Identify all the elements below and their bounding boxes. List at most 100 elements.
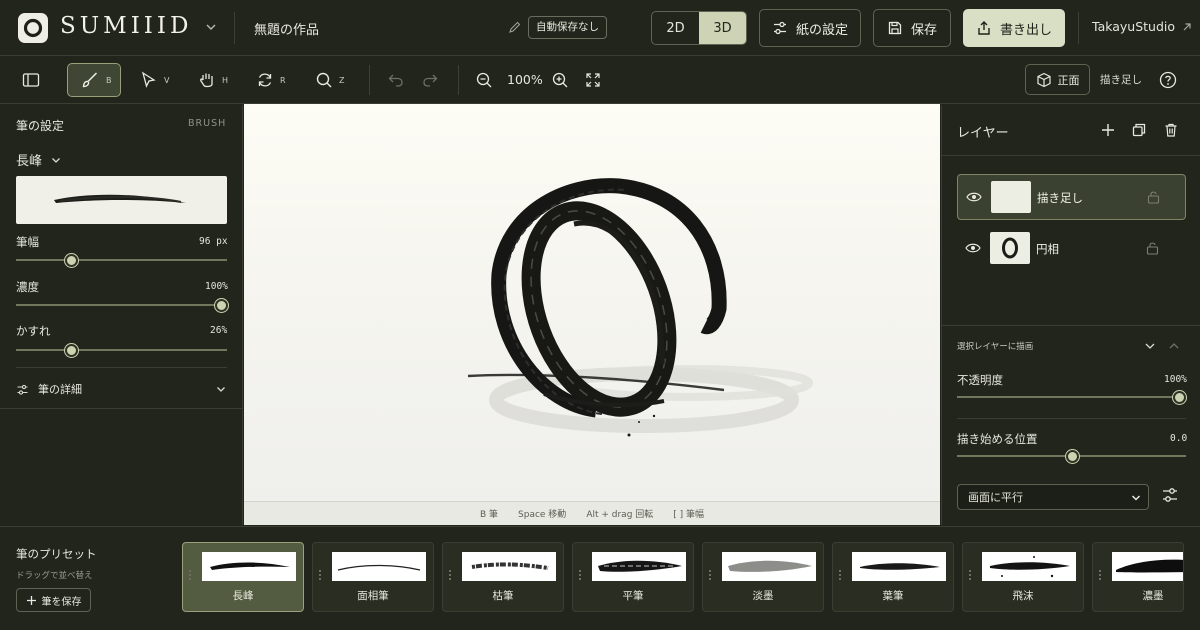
lock-icon[interactable] — [1146, 241, 1159, 255]
plane-select-value: 画面に平行 — [968, 491, 1023, 504]
brush-settings-panel: 筆の設定 BRUSH 長峰 筆幅 96 px 濃度 100% かすれ 26% 筆… — [0, 105, 243, 525]
front-view-button[interactable]: 正面 — [1025, 64, 1090, 95]
select-tool-button[interactable]: V — [140, 63, 169, 97]
lock-icon[interactable] — [1147, 190, 1160, 204]
divider — [458, 65, 459, 95]
help-icon[interactable] — [1159, 71, 1177, 92]
duplicate-layer-icon[interactable] — [1131, 122, 1147, 141]
opacity-label: 不透明度 — [957, 373, 1003, 387]
redo-button[interactable] — [421, 63, 439, 97]
drag-handle-icon[interactable] — [709, 570, 711, 580]
brush-presets-bar: 筆のプリセット ドラッグで並べ替え 筆を保存 長峰 面相筆 枯筆 平筆 淡墨 葉… — [0, 526, 1200, 630]
brush-tool-button[interactable]: B — [67, 63, 121, 97]
export-button[interactable]: 書き出し — [963, 9, 1065, 47]
zoom-tool-button[interactable]: Z — [315, 63, 344, 97]
panel-title: 筆の設定 — [16, 119, 65, 133]
fit-screen-button[interactable] — [584, 63, 602, 97]
brush-details-toggle[interactable]: 筆の詳細 — [16, 377, 227, 401]
expand-icon — [586, 73, 600, 87]
dryness-slider[interactable] — [16, 344, 227, 357]
add-layer-icon[interactable] — [1100, 122, 1116, 141]
slider-knob[interactable] — [215, 299, 228, 312]
mode-3d-button[interactable]: 3D — [699, 12, 746, 44]
brush-width-value: 96 px — [199, 236, 228, 247]
divider — [234, 12, 235, 44]
mode-2d-button[interactable]: 2D — [652, 12, 699, 44]
brush-width-slider[interactable] — [16, 254, 227, 267]
density-slider[interactable] — [16, 299, 228, 312]
drag-handle-icon[interactable] — [579, 570, 581, 580]
chevron-down-icon[interactable] — [1143, 340, 1157, 355]
rotate-tool-button[interactable]: R — [256, 63, 286, 97]
trash-icon[interactable] — [1163, 122, 1179, 141]
logo-icon — [18, 13, 48, 43]
sidebar-toggle-button[interactable] — [22, 63, 40, 97]
slider-knob[interactable] — [64, 344, 78, 357]
preset-card[interactable]: 面相筆 — [312, 542, 434, 612]
start-position-slider[interactable] — [957, 450, 1186, 463]
eye-icon[interactable] — [965, 242, 981, 254]
start-position-label: 描き始める位置 — [957, 432, 1038, 446]
paper-settings-button[interactable]: 紙の設定 — [759, 9, 861, 47]
preset-card[interactable]: 淡墨 — [702, 542, 824, 612]
undo-button[interactable] — [387, 63, 405, 97]
plus-icon — [26, 595, 36, 605]
layer-item[interactable]: 円相 — [957, 226, 1186, 272]
hint-rotate: Alt + drag 回転 — [586, 510, 654, 520]
preset-card[interactable]: 濃墨 — [1092, 542, 1184, 612]
layer-item[interactable]: 描き足し — [957, 174, 1186, 220]
preset-label: 淡墨 — [752, 590, 774, 602]
divider — [942, 155, 1200, 156]
select-shortcut: V — [164, 75, 170, 85]
brush-width-label: 筆幅 — [16, 235, 39, 249]
preset-card[interactable]: 長峰 — [182, 542, 304, 612]
preset-card[interactable]: 葉筆 — [832, 542, 954, 612]
brush-type-dropdown[interactable]: 長峰 — [16, 150, 62, 169]
drawing-canvas[interactable] — [244, 104, 940, 501]
sliders-icon[interactable] — [1161, 486, 1179, 507]
chevron-up-icon[interactable] — [1167, 340, 1181, 355]
hand-tool-button[interactable]: H — [198, 63, 228, 97]
sliders-icon — [773, 21, 786, 35]
drag-handle-icon[interactable] — [839, 570, 841, 580]
preset-card[interactable]: 飛沫 — [962, 542, 1084, 612]
eye-icon[interactable] — [966, 191, 982, 203]
zoom-in-button[interactable] — [551, 63, 569, 97]
sliders-icon — [17, 384, 28, 395]
drag-handle-icon[interactable] — [969, 570, 971, 580]
zoom-in-icon — [552, 72, 568, 88]
save-brush-button[interactable]: 筆を保存 — [16, 588, 91, 612]
slider-knob[interactable] — [64, 254, 78, 267]
chevron-down-icon — [52, 157, 60, 163]
opacity-slider[interactable] — [957, 391, 1186, 404]
preset-card[interactable]: 平筆 — [572, 542, 694, 612]
chevron-down-icon[interactable] — [204, 20, 218, 34]
rotate-shortcut: R — [280, 75, 286, 85]
preset-card[interactable]: 枯筆 — [442, 542, 564, 612]
zoom-out-button[interactable] — [475, 63, 493, 97]
preset-label: 面相筆 — [357, 590, 389, 602]
drag-handle-icon[interactable] — [1099, 570, 1101, 580]
brush-name: 長峰 — [16, 154, 43, 169]
document-title[interactable]: 無題の作品 — [254, 19, 319, 38]
dryness-label: かすれ — [16, 324, 51, 338]
pencil-icon[interactable] — [508, 20, 522, 37]
drag-handle-icon[interactable] — [449, 570, 451, 580]
slider-knob[interactable] — [1065, 450, 1079, 463]
plane-select[interactable]: 画面に平行 — [957, 484, 1149, 510]
presets-title: 筆のプリセット — [16, 547, 97, 561]
autosave-badge[interactable]: 自動保存なし — [528, 16, 607, 39]
studio-link[interactable]: TakayuStudio — [1092, 19, 1193, 34]
drag-handle-icon[interactable] — [319, 570, 321, 580]
layer-thumbnail — [990, 232, 1030, 264]
slider-knob[interactable] — [1173, 391, 1186, 404]
save-button[interactable]: 保存 — [873, 9, 951, 47]
dryness-value: 26% — [210, 325, 228, 336]
drag-handle-icon[interactable] — [189, 570, 191, 580]
brush-shortcut: B — [106, 75, 112, 85]
paper-settings-label: 紙の設定 — [795, 22, 848, 38]
dimension-toggle: 2D 3D — [651, 11, 747, 45]
save-label: 保存 — [910, 22, 937, 38]
density-value: 100% — [205, 281, 228, 292]
current-layer-indicator: 描き足し — [1100, 74, 1142, 86]
